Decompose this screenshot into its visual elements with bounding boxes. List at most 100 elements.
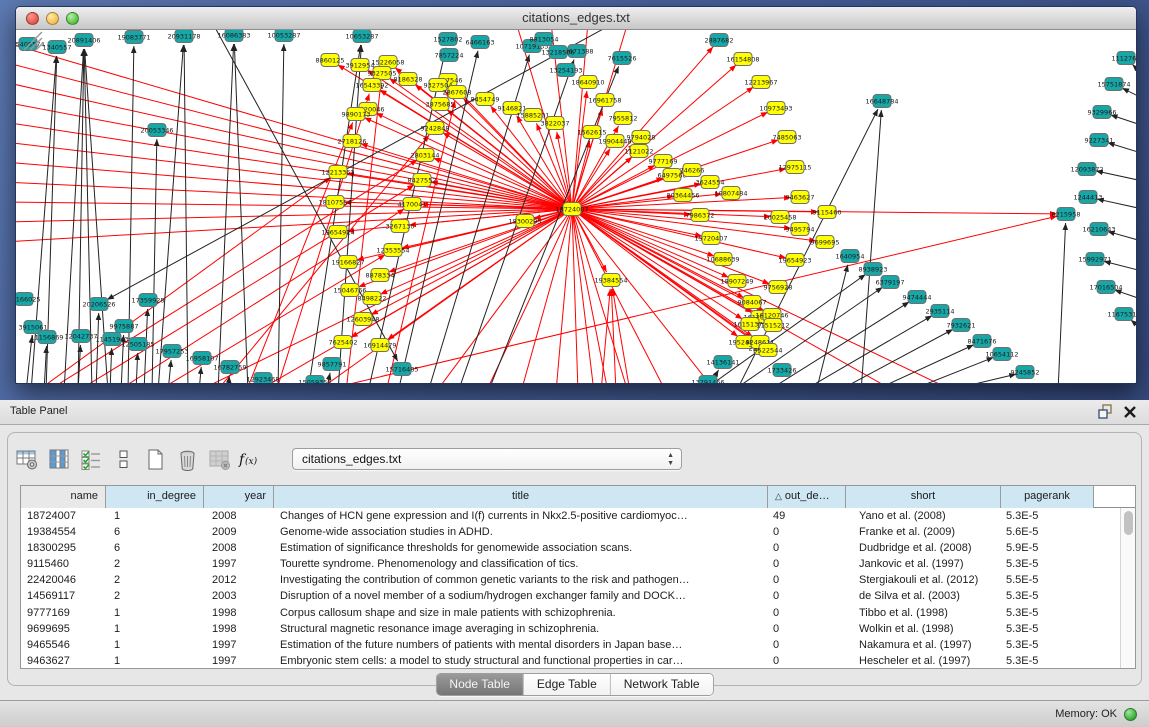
- network-node[interactable]: 10807484: [714, 187, 747, 200]
- column-header-name[interactable]: name: [21, 486, 106, 508]
- network-node[interactable]: 11156869: [30, 331, 63, 344]
- column-header-out_de[interactable]: △out_de…: [768, 486, 846, 508]
- network-node[interactable]: 12042737: [64, 330, 97, 343]
- table-row[interactable]: 911546021997Tourette syndrome. Phenomeno…: [21, 556, 1120, 572]
- network-node[interactable]: 746266: [680, 164, 705, 177]
- network-node[interactable]: 20931178: [167, 30, 200, 43]
- float-window-icon[interactable]: [1098, 404, 1113, 419]
- table-options-icon[interactable]: [14, 446, 40, 472]
- network-node[interactable]: 8860125: [316, 54, 345, 67]
- network-node[interactable]: 19384554: [594, 274, 627, 287]
- network-node[interactable]: 3822037: [541, 117, 570, 130]
- network-node[interactable]: 19166827: [331, 256, 364, 269]
- network-node[interactable]: 6379197: [876, 276, 905, 289]
- column-header-in_degree[interactable]: in_degree: [106, 486, 204, 508]
- network-node[interactable]: 18640910: [571, 76, 604, 89]
- network-node[interactable]: 7615526: [608, 52, 637, 65]
- table-row[interactable]: 1938455462009Genome-wide association stu…: [21, 524, 1120, 540]
- table-row[interactable]: 946362711997Embryonic stem cells: a mode…: [21, 653, 1120, 669]
- network-node[interactable]: 25166025: [16, 293, 41, 306]
- network-node[interactable]: 8215958: [1052, 208, 1081, 221]
- function-builder-icon[interactable]: f(x): [238, 446, 264, 472]
- table-row[interactable]: 2242004622012Investigating the contribut…: [21, 572, 1120, 588]
- network-node[interactable]: 20206526: [82, 298, 115, 311]
- tab-node-table[interactable]: Node Table: [436, 674, 524, 695]
- network-node[interactable]: 1527802: [434, 33, 463, 46]
- network-node[interactable]: 9227341: [1085, 134, 1114, 147]
- network-node[interactable]: 10653287: [345, 30, 378, 43]
- network-node[interactable]: 9495794: [786, 223, 815, 236]
- network-node[interactable]: 20053346: [140, 124, 173, 137]
- network-node[interactable]: 9463627: [786, 191, 815, 204]
- network-node[interactable]: 16086383: [217, 30, 250, 42]
- network-node[interactable]: 9115460: [813, 206, 842, 219]
- network-node[interactable]: 16648784: [865, 95, 898, 108]
- network-node[interactable]: 15059354: [298, 376, 331, 384]
- column-header-title[interactable]: title: [274, 486, 768, 508]
- delete-table-icon[interactable]: [206, 446, 232, 472]
- tab-edge-table[interactable]: Edge Table: [524, 674, 611, 695]
- network-node[interactable]: 2803144: [411, 149, 440, 162]
- network-node[interactable]: 15720407: [694, 232, 727, 245]
- network-window-titlebar[interactable]: citations_edges.txt: [16, 7, 1136, 30]
- network-node[interactable]: 17016504: [1089, 281, 1122, 294]
- network-node[interactable]: 20364456: [666, 189, 699, 202]
- network-node[interactable]: 8498222: [358, 292, 387, 305]
- network-node[interactable]: 7857224: [435, 49, 464, 62]
- table-row[interactable]: 1872400712008Changes of HCN gene express…: [21, 508, 1120, 524]
- network-canvas[interactable]: 1540557413405572089140619083771209311781…: [16, 30, 1136, 383]
- network-node[interactable]: 12213967: [744, 76, 777, 89]
- network-node[interactable]: 20891406: [67, 34, 100, 47]
- network-node[interactable]: 9329966: [1088, 106, 1117, 119]
- network-node[interactable]: 13791466: [691, 376, 724, 384]
- network-node[interactable]: 18907249: [720, 275, 753, 288]
- network-node[interactable]: 16961758: [588, 94, 621, 107]
- network-node[interactable]: 6466163: [466, 36, 495, 49]
- network-node[interactable]: 12213363: [321, 166, 354, 179]
- close-panel-icon[interactable]: [1123, 405, 1137, 419]
- network-node[interactable]: 14136141: [706, 356, 739, 369]
- network-node[interactable]: 19654923: [778, 254, 811, 267]
- column-header-short[interactable]: short: [846, 486, 1001, 508]
- network-node[interactable]: 16210643: [1082, 223, 1115, 236]
- minimize-button[interactable]: [46, 12, 59, 25]
- network-node[interactable]: 8938923: [859, 263, 888, 276]
- network-node[interactable]: 10025458: [763, 211, 796, 224]
- network-node[interactable]: 8186328: [394, 73, 423, 86]
- network-node[interactable]: 7932621: [947, 319, 976, 332]
- network-node[interactable]: 11675310: [1107, 308, 1136, 321]
- network-node[interactable]: 4170041: [398, 198, 427, 211]
- network-node[interactable]: 13254193: [549, 64, 582, 77]
- network-node[interactable]: 3875685: [426, 98, 455, 111]
- network-node[interactable]: 12975115: [778, 161, 811, 174]
- table-row[interactable]: 977716911998Corpus callosum shape and si…: [21, 605, 1120, 621]
- network-node[interactable]: 19083771: [117, 31, 150, 44]
- network-node[interactable]: 10973493: [759, 102, 792, 115]
- zoom-button[interactable]: [66, 12, 79, 25]
- network-node[interactable]: 9857791: [318, 358, 347, 371]
- close-button[interactable]: [26, 12, 39, 25]
- delete-column-icon[interactable]: [174, 446, 200, 472]
- network-node[interactable]: 15751874: [1097, 78, 1130, 91]
- show-columns-icon[interactable]: [46, 446, 72, 472]
- network-node[interactable]: 8454749: [471, 93, 500, 106]
- column-header-pagerank[interactable]: pagerank: [1001, 486, 1094, 508]
- network-node[interactable]: 7955812: [609, 112, 638, 125]
- select-all-icon[interactable]: [78, 446, 104, 472]
- table-scrollbar[interactable]: [1120, 508, 1135, 668]
- network-node[interactable]: 12505185: [121, 338, 154, 351]
- table-row[interactable]: 946554611997Estimation of the future num…: [21, 637, 1120, 653]
- network-node[interactable]: 3267130: [386, 220, 415, 233]
- row-options-icon[interactable]: [110, 446, 136, 472]
- network-node[interactable]: 9242848: [421, 122, 450, 135]
- network-node[interactable]: 9327505: [368, 67, 397, 80]
- network-node[interactable]: 7625402: [329, 336, 358, 349]
- network-node[interactable]: 12093872: [1070, 163, 1103, 176]
- network-node[interactable]: 7485063: [773, 131, 802, 144]
- network-node[interactable]: 10688639: [706, 253, 739, 266]
- network-node[interactable]: 9699695: [811, 236, 840, 249]
- network-node[interactable]: 9756928: [764, 281, 793, 294]
- table-row[interactable]: 1456911722003Disruption of a novel membe…: [21, 588, 1120, 604]
- column-header-year[interactable]: year: [204, 486, 274, 508]
- network-node[interactable]: 1112766: [1112, 52, 1136, 65]
